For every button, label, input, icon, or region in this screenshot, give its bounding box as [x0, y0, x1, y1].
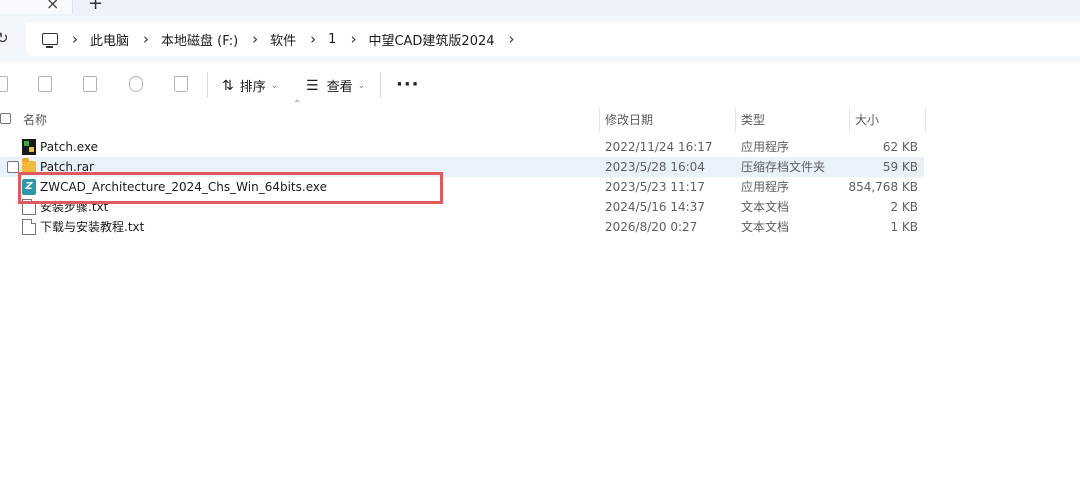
- share-icon[interactable]: [129, 76, 143, 92]
- chevron-down-icon: ⌄: [270, 80, 279, 91]
- refresh-icon[interactable]: ↻: [0, 29, 9, 47]
- file-date: 2023/5/28 16:04: [605, 160, 705, 174]
- new-tab-icon[interactable]: +: [88, 0, 103, 14]
- chevron-right-icon[interactable]: ›: [252, 31, 258, 47]
- file-type: 文本文档: [741, 200, 790, 214]
- file-name[interactable]: 下载与安装教程.txt: [40, 217, 144, 237]
- breadcrumb-folder-1[interactable]: 1: [328, 32, 336, 47]
- copy-icon[interactable]: [38, 76, 52, 92]
- chevron-down-icon: ⌄: [357, 80, 366, 91]
- file-row[interactable]: Patch.exe 2022/11/24 16:17 应用程序 62 KB: [0, 137, 924, 157]
- file-size: 62 KB: [882, 140, 918, 154]
- chevron-right-icon[interactable]: ›: [72, 31, 78, 47]
- close-tab-icon[interactable]: ×: [46, 0, 59, 13]
- breadcrumb-this-pc[interactable]: 此电脑: [90, 30, 129, 49]
- toolbar-divider: [207, 72, 208, 98]
- file-type: 应用程序: [741, 180, 790, 194]
- file-type: 文本文档: [741, 220, 790, 234]
- exe-icon: [22, 139, 36, 155]
- file-row[interactable]: 安装步骤.txt 2024/5/16 14:37 文本文档 2 KB: [0, 197, 924, 217]
- address-bar: ↻ › 此电脑 › 本地磁盘 (F:) › 软件 › 1 › 中望CAD建筑版2…: [0, 16, 1080, 62]
- chevron-right-icon[interactable]: ›: [143, 31, 149, 47]
- sort-label: 排序: [239, 80, 266, 95]
- sort-button[interactable]: ⇅ 排序 ⌄: [222, 76, 279, 96]
- breadcrumb-local-disk[interactable]: 本地磁盘 (F:): [161, 30, 238, 49]
- tab-strip: × +: [0, 0, 1080, 16]
- cut-icon[interactable]: [0, 76, 8, 92]
- file-name[interactable]: Patch.rar: [40, 157, 94, 177]
- column-header-row: ⌃ 名称 修改日期 类型 大小: [0, 99, 926, 132]
- select-all-checkbox[interactable]: [0, 113, 11, 124]
- row-checkbox[interactable]: [7, 161, 19, 173]
- address-field[interactable]: › 此电脑 › 本地磁盘 (F:) › 软件 › 1 › 中望CAD建筑版202…: [26, 22, 1080, 56]
- text-file-icon: [22, 219, 36, 235]
- file-date: 2026/8/20 0:27: [605, 220, 698, 234]
- file-date: 2023/5/23 11:17: [605, 180, 705, 194]
- chevron-right-icon[interactable]: ›: [509, 31, 515, 47]
- view-label: 查看: [326, 80, 353, 95]
- column-header-date[interactable]: 修改日期: [600, 108, 736, 132]
- file-size: 1 KB: [890, 220, 918, 234]
- file-size: 854,768 KB: [848, 180, 918, 194]
- toolbar-divider: [380, 72, 381, 98]
- breadcrumb-zwcad-folder[interactable]: 中望CAD建筑版2024: [368, 30, 494, 49]
- explorer-tab[interactable]: ×: [0, 0, 73, 14]
- column-header-type[interactable]: 类型: [736, 108, 850, 132]
- file-row[interactable]: 下载与安装教程.txt 2026/8/20 0:27 文本文档 1 KB: [0, 217, 924, 237]
- rar-folder-icon: [22, 158, 36, 174]
- chevron-right-icon[interactable]: ›: [350, 31, 356, 47]
- chevron-right-icon[interactable]: ›: [310, 31, 316, 47]
- file-date: 2024/5/16 14:37: [605, 200, 705, 214]
- rename-icon[interactable]: [83, 76, 97, 92]
- command-bar: ⇅ 排序 ⌄ ☰ 查看 ⌄ ···: [0, 62, 1080, 108]
- file-type: 压缩存档文件夹: [741, 160, 826, 174]
- view-icon: ☰: [306, 77, 319, 94]
- file-name[interactable]: ZWCAD_Architecture_2024_Chs_Win_64bits.e…: [40, 177, 327, 197]
- file-size: 59 KB: [882, 160, 918, 174]
- file-date: 2022/11/24 16:17: [605, 140, 713, 154]
- file-list: ⌃ 名称 修改日期 类型 大小 Patch.exe 2022/11/24 16:…: [0, 99, 1080, 498]
- file-size: 2 KB: [890, 200, 918, 214]
- file-row[interactable]: Z ZWCAD_Architecture_2024_Chs_Win_64bits…: [0, 177, 924, 197]
- sort-icon: ⇅: [222, 77, 234, 94]
- column-header-size[interactable]: 大小: [850, 108, 926, 132]
- zwcad-icon: Z: [22, 179, 36, 195]
- file-type: 应用程序: [741, 140, 790, 154]
- this-pc-icon[interactable]: [42, 33, 58, 48]
- text-file-icon: [22, 199, 36, 215]
- file-name[interactable]: 安装步骤.txt: [40, 197, 108, 217]
- column-header-name[interactable]: 名称: [18, 108, 600, 132]
- more-options-icon[interactable]: ···: [396, 74, 420, 95]
- delete-icon[interactable]: [174, 76, 188, 92]
- view-button[interactable]: ☰ 查看 ⌄: [306, 76, 366, 96]
- file-row[interactable]: Patch.rar 2023/5/28 16:04 压缩存档文件夹 59 KB: [0, 157, 924, 177]
- breadcrumb-software[interactable]: 软件: [270, 30, 296, 49]
- file-name[interactable]: Patch.exe: [40, 137, 98, 157]
